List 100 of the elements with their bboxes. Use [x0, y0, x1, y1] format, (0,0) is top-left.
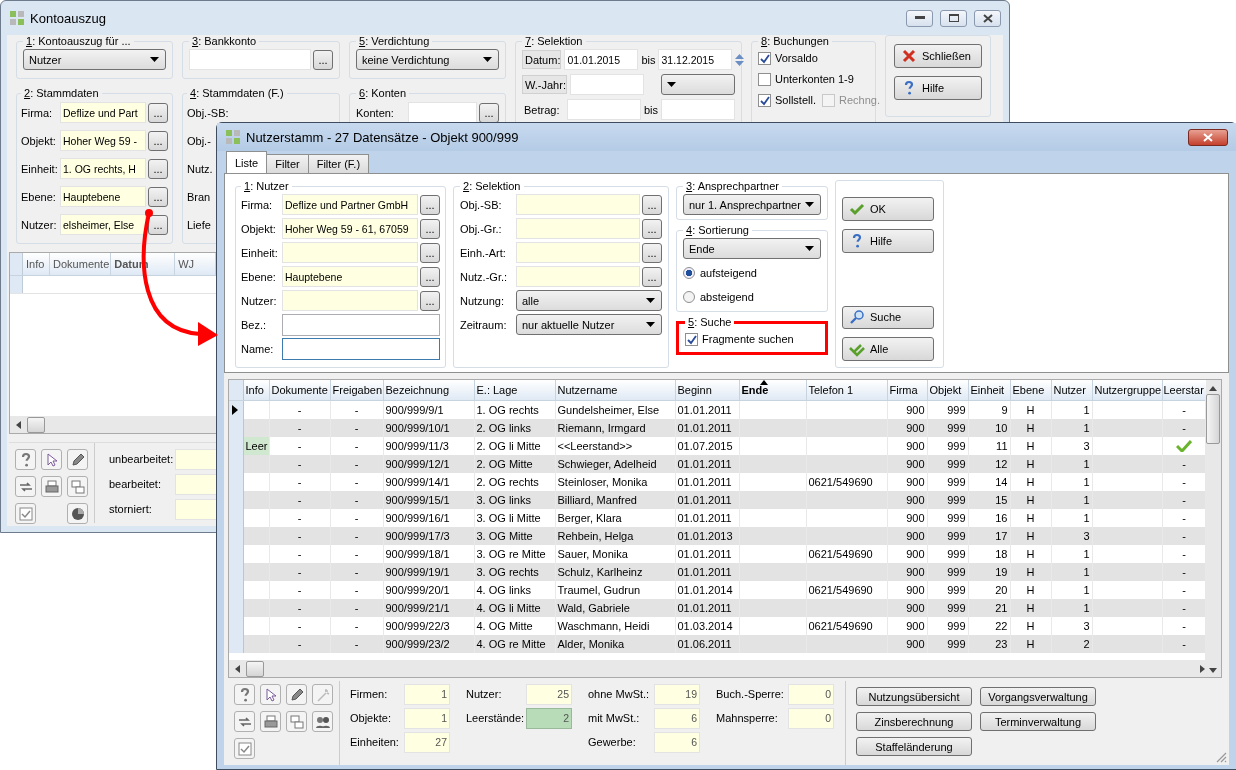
date-field[interactable]: 31.12.2015 [658, 49, 733, 70]
browse-button[interactable]: ... [642, 218, 662, 239]
scrollbar[interactable] [229, 660, 1205, 677]
column-header[interactable]: Nutzername [555, 380, 675, 401]
scroll-thumb[interactable] [27, 416, 45, 433]
lookup-field[interactable]: Hauptebene [282, 266, 418, 287]
column-header[interactable]: Nutzer [1051, 380, 1092, 401]
browse-button[interactable]: ... [642, 242, 662, 263]
browse-button[interactable]: ... [420, 194, 440, 215]
tool-button[interactable] [286, 711, 307, 732]
dropdown[interactable]: keine Verdichtung [356, 49, 499, 70]
lookup-field[interactable]: Hoher Weg 59 - [60, 130, 146, 151]
action-button[interactable]: Hilfe [842, 228, 934, 253]
scrollbar[interactable] [1205, 380, 1221, 677]
checkbox[interactable] [685, 332, 698, 346]
column-header[interactable]: Beginn [675, 380, 739, 401]
tool-button[interactable] [234, 738, 255, 759]
tool-button[interactable] [234, 684, 255, 705]
tool-button[interactable] [41, 449, 62, 470]
browse-button[interactable]: ... [148, 214, 168, 235]
column-header[interactable]: E.: Lage [474, 380, 555, 401]
lookup-field[interactable]: Hauptebene [60, 186, 146, 207]
column-header[interactable]: Bezeichnung [383, 380, 474, 401]
tool-button[interactable] [260, 711, 281, 732]
action-button[interactable]: Hilfe [894, 76, 982, 100]
close-button[interactable] [1188, 128, 1228, 146]
action-button[interactable]: Terminverwaltung [980, 712, 1096, 731]
tool-button[interactable] [41, 476, 62, 497]
close-button[interactable] [974, 9, 1001, 27]
browse-button[interactable]: ... [479, 102, 499, 123]
browse-button[interactable]: ... [313, 49, 333, 70]
browse-button[interactable]: ... [420, 290, 440, 311]
column-header[interactable]: Einheit [968, 380, 1010, 401]
dropdown[interactable] [661, 74, 735, 95]
scrollbar[interactable] [10, 416, 216, 433]
radio-button[interactable] [683, 291, 695, 303]
browse-button[interactable]: ... [420, 266, 440, 287]
column-header[interactable]: Dokumente [269, 380, 330, 401]
action-button[interactable]: Nutzungsübersicht [856, 687, 972, 706]
dropdown[interactable]: nur aktuelle Nutzer [516, 314, 662, 335]
lookup-field[interactable]: Deflize und Partner GmbH [282, 194, 418, 215]
checkbox[interactable] [758, 72, 771, 86]
tool-button[interactable] [286, 684, 307, 705]
minimize-button[interactable] [906, 9, 933, 27]
dropdown[interactable]: Ende [683, 238, 821, 259]
browse-button[interactable]: ... [148, 102, 168, 123]
column-header[interactable]: Ebene [1010, 380, 1051, 401]
scroll-thumb[interactable] [246, 660, 264, 677]
tool-button[interactable] [15, 449, 36, 470]
tool-button[interactable] [15, 503, 36, 524]
tab[interactable]: Liste [226, 151, 268, 173]
action-button[interactable]: Vorgangsverwaltung [980, 687, 1096, 706]
tool-button[interactable] [234, 711, 255, 732]
column-header[interactable]: Nutzergruppe [1092, 380, 1162, 401]
lookup-field[interactable] [516, 266, 640, 287]
column-header[interactable]: Objekt [927, 380, 968, 401]
scroll-thumb[interactable] [1206, 394, 1220, 444]
browse-button[interactable]: ... [148, 158, 168, 179]
column-header[interactable]: Leerstar [1162, 380, 1206, 401]
lookup-field[interactable] [282, 290, 418, 311]
tool-button[interactable] [67, 476, 88, 497]
lookup-field[interactable] [516, 242, 640, 263]
lookup-field[interactable]: Deflize und Part [60, 102, 146, 123]
radio-button[interactable] [683, 267, 695, 279]
action-button[interactable]: Alle [842, 337, 934, 361]
action-button[interactable]: Suche [842, 305, 934, 330]
lookup-field[interactable]: 1. OG rechts, H [60, 158, 146, 179]
tool-button[interactable] [67, 503, 88, 524]
action-button[interactable]: Zinsberechnung [856, 712, 972, 731]
lookup-field[interactable]: Hoher Weg 59 - 61, 67059 [282, 218, 418, 239]
dropdown[interactable]: alle [516, 290, 662, 311]
checkbox[interactable] [758, 93, 771, 107]
column-header[interactable]: Ende [739, 380, 806, 401]
column-header[interactable]: Info [243, 380, 269, 401]
action-button[interactable]: OK [842, 197, 934, 221]
lookup-field[interactable] [516, 194, 640, 215]
tool-button[interactable] [67, 449, 88, 470]
column-header[interactable]: Dokumente [50, 253, 112, 275]
dropdown[interactable]: nur 1. Ansprechpartner [683, 194, 821, 215]
dropdown[interactable]: Nutzer [23, 49, 166, 70]
column-header[interactable]: Firma [887, 380, 927, 401]
action-button[interactable]: Schließen [894, 44, 982, 68]
date-field[interactable]: 01.01.2015 [564, 49, 639, 70]
lookup-field[interactable] [282, 242, 418, 263]
checkbox[interactable] [758, 51, 771, 65]
browse-button[interactable]: ... [642, 266, 662, 287]
browse-button[interactable]: ... [420, 218, 440, 239]
column-header[interactable]: Telefon 1 [806, 380, 887, 401]
tool-button[interactable] [15, 476, 36, 497]
lookup-field[interactable] [516, 218, 640, 239]
tool-button[interactable] [260, 684, 281, 705]
browse-button[interactable]: ... [642, 194, 662, 215]
maximize-button[interactable] [940, 9, 967, 27]
browse-button[interactable]: ... [420, 242, 440, 263]
browse-button[interactable]: ... [148, 130, 168, 151]
input-field[interactable] [282, 337, 440, 360]
action-button[interactable]: Staffeländerung [856, 737, 972, 756]
tab[interactable]: Filter [266, 154, 309, 173]
tab[interactable]: Filter (F.) [307, 154, 370, 173]
input-field[interactable] [282, 313, 440, 336]
